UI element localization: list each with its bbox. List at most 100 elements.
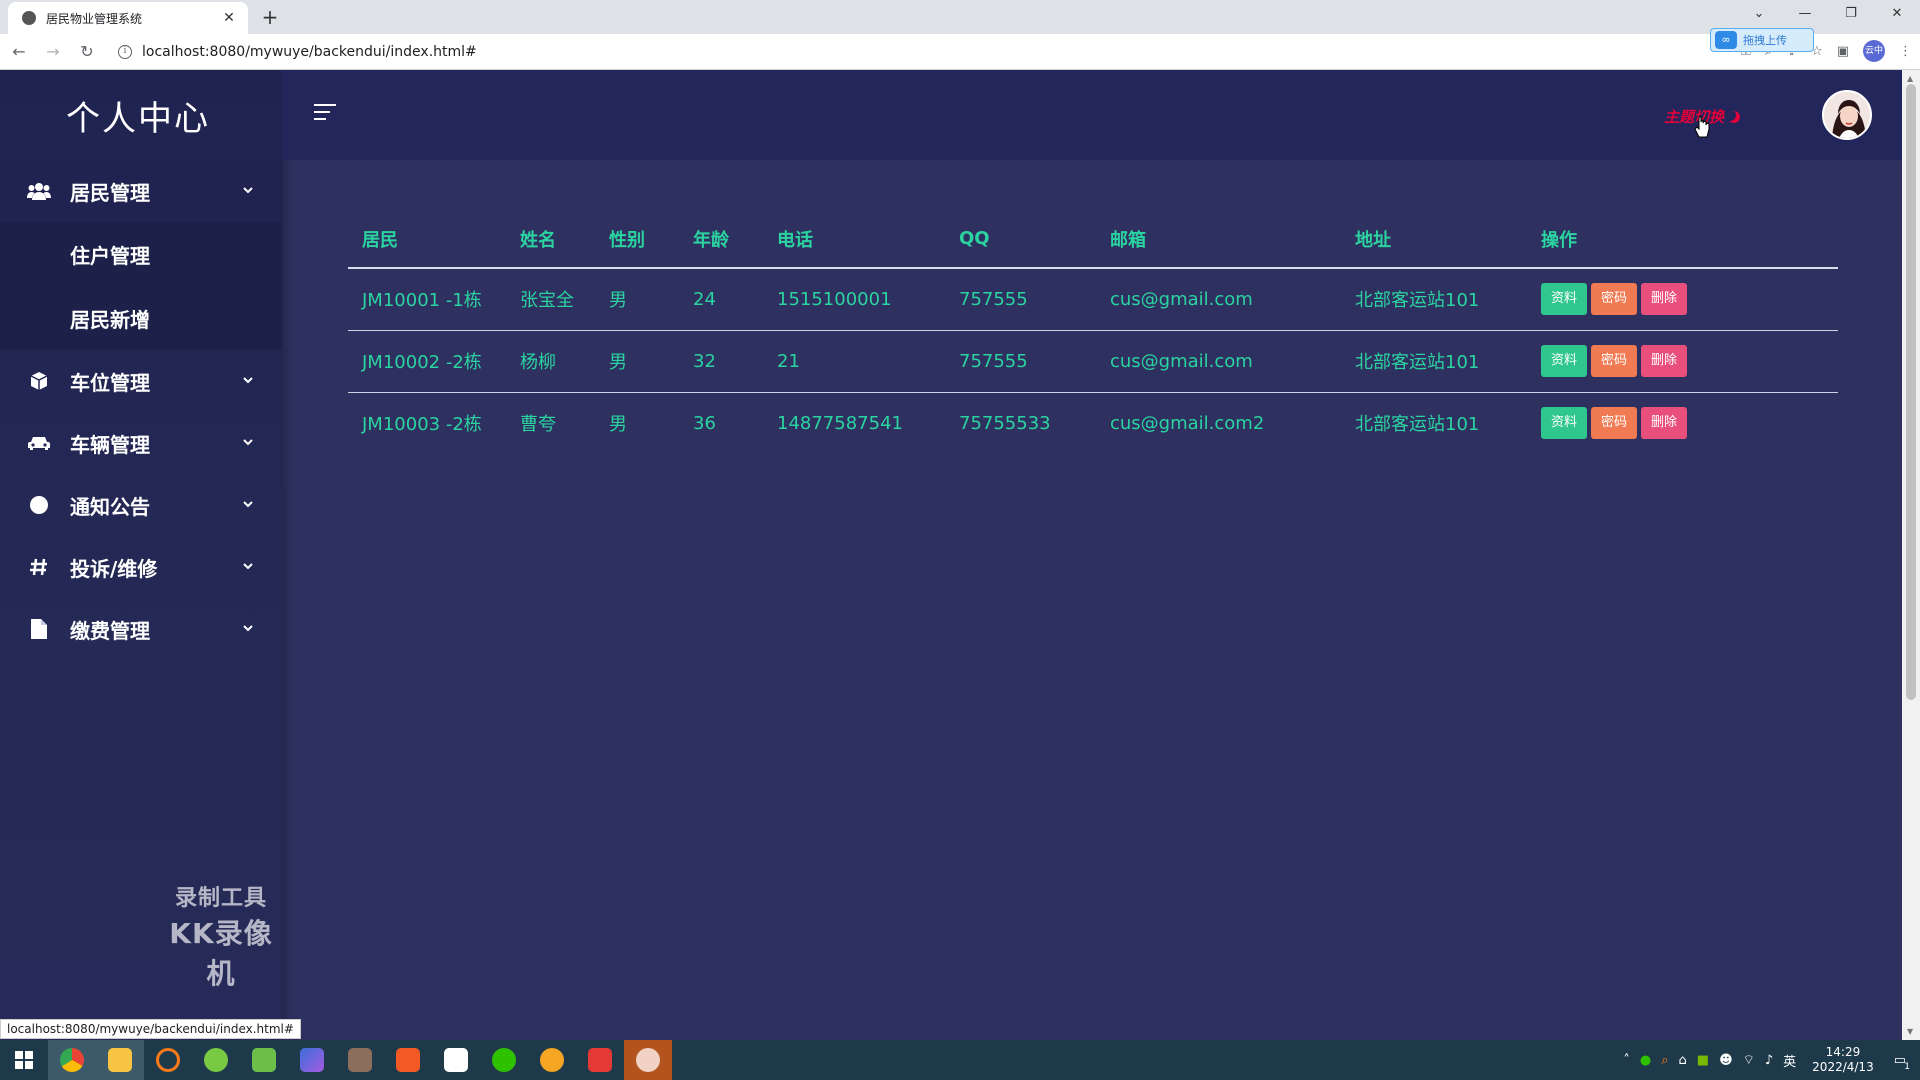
search-tray-icon[interactable]: ⌕ [1661, 1053, 1668, 1068]
cell-actions: 资料 密码 删除 [1527, 392, 1838, 454]
back-icon[interactable]: ← [4, 42, 34, 61]
clock-date: 2022/4/13 [1812, 1060, 1874, 1074]
cell-phone: 21 [763, 330, 945, 393]
restore-button[interactable]: ❐ [1828, 0, 1874, 30]
cell-actions: 资料 密码 删除 [1527, 330, 1838, 393]
cell-resident: JM10003 -2栋 [362, 414, 482, 436]
browser-menu-icon[interactable]: ⋮ [1899, 44, 1912, 59]
view-info-button[interactable]: 资料 [1541, 345, 1588, 377]
wechat-tray-icon[interactable]: ● [1640, 1053, 1651, 1068]
resident-submenu: 住户管理 居民新增 [0, 222, 282, 350]
menu-toggle-icon[interactable] [314, 104, 336, 122]
delete-button[interactable]: 删除 [1641, 407, 1688, 440]
chevron-down-icon [243, 501, 253, 508]
delete-button[interactable]: 删除 [1641, 283, 1688, 316]
sidebar-item-label: 通知公告 [70, 494, 150, 519]
brand-title: 个人中心 [66, 98, 210, 139]
info-icon[interactable]: i [118, 44, 132, 59]
browser-app-taskbar-icon[interactable] [528, 1040, 576, 1080]
wps-taskbar-icon[interactable] [576, 1040, 624, 1080]
cell-address: 北部客运站101 [1355, 414, 1480, 436]
forward-icon[interactable]: → [38, 42, 68, 61]
page-scrollbar[interactable]: ▲ ▼ [1902, 70, 1920, 1040]
nvidia-tray-icon[interactable]: ■ [1697, 1053, 1709, 1068]
close-tab-icon[interactable]: ✕ [220, 10, 238, 26]
cell-gender: 男 [595, 268, 679, 331]
browser-tab[interactable]: 居民物业管理系统 ✕ [8, 2, 248, 34]
clock-time: 14:29 [1825, 1045, 1861, 1059]
reset-password-button[interactable]: 密码 [1591, 283, 1638, 316]
windows-start-icon[interactable] [0, 1040, 48, 1080]
view-info-button[interactable]: 资料 [1541, 407, 1588, 440]
side-panel-icon[interactable]: ▣ [1837, 44, 1849, 59]
reset-password-button[interactable]: 密码 [1591, 407, 1638, 440]
notification-count: 1 [1904, 1061, 1910, 1072]
address-url[interactable]: localhost:8080/mywuye/backendui/index.ht… [142, 44, 477, 60]
browser-toolbar: ← → ↻ i localhost:8080/mywuye/backendui/… [0, 34, 1920, 70]
column-header-email: 邮箱 [1096, 210, 1341, 269]
sidebar-item-resident-management[interactable]: 居民管理 [0, 160, 282, 222]
column-header-phone: 电话 [763, 210, 945, 269]
window-controls: ⌄ — ❐ ✕ [1736, 0, 1920, 30]
watermark-line-1: 录制工具 [174, 886, 267, 911]
sidebar-item-complaints-repairs[interactable]: 投诉/维修 [0, 536, 282, 598]
game-app-taskbar-icon[interactable] [336, 1040, 384, 1080]
notepad-taskbar-icon[interactable] [240, 1040, 288, 1080]
sidebar-item-parking-management[interactable]: 车位管理 [0, 350, 282, 412]
drag-upload-button[interactable]: ∞ 拖拽上传 [1710, 28, 1814, 52]
new-tab-button[interactable]: + [258, 5, 282, 29]
cell-email: cus@gmail.com [1096, 268, 1341, 331]
profile-avatar[interactable]: 云中 [1863, 40, 1885, 62]
resident-table: 居民 姓名 性别 年龄 电话 QQ 邮箱 地址 操作 JM10001 -1栋 张… [348, 210, 1838, 454]
submenu-item-household-management[interactable]: 住户管理 [0, 222, 282, 286]
chrome-taskbar-icon[interactable] [48, 1040, 96, 1080]
file-explorer-taskbar-icon[interactable] [96, 1040, 144, 1080]
mountain-app-taskbar-icon[interactable] [288, 1040, 336, 1080]
player-app-taskbar-icon[interactable] [384, 1040, 432, 1080]
globe-icon [22, 11, 36, 25]
qq-tray-icon[interactable]: ☻ [1719, 1053, 1733, 1068]
scroll-down-icon[interactable]: ▼ [1907, 1027, 1913, 1036]
minimize-button[interactable]: — [1782, 0, 1828, 30]
ime-indicator[interactable]: 英 [1783, 1051, 1796, 1070]
search-app-taskbar-icon[interactable] [144, 1040, 192, 1080]
chevron-down-icon [243, 439, 253, 446]
sidebar-item-vehicle-management[interactable]: 车辆管理 [0, 412, 282, 474]
delete-button[interactable]: 删除 [1641, 345, 1688, 377]
volume-icon[interactable]: ♪ [1765, 1053, 1773, 1068]
recorder-taskbar-icon[interactable] [624, 1040, 672, 1080]
car-icon [26, 432, 52, 454]
close-window-button[interactable]: ✕ [1874, 0, 1920, 30]
tag-tray-icon[interactable]: ⌂ [1679, 1053, 1687, 1068]
cloud-app-taskbar-icon[interactable] [432, 1040, 480, 1080]
sidebar-brand: 个人中心 [0, 70, 282, 160]
submenu-item-add-resident[interactable]: 居民新增 [0, 286, 282, 350]
wechat-taskbar-icon[interactable] [480, 1040, 528, 1080]
cell-name: 张宝全 [506, 268, 595, 331]
user-avatar[interactable] [1822, 90, 1872, 140]
taskbar-clock[interactable]: 14:29 2022/4/13 [1812, 1045, 1874, 1075]
link-status-bar: localhost:8080/mywuye/backendui/index.ht… [0, 1019, 301, 1039]
circle-icon [26, 494, 52, 516]
green-app-taskbar-icon[interactable] [192, 1040, 240, 1080]
cell-gender: 男 [609, 414, 627, 436]
view-info-button[interactable]: 资料 [1541, 283, 1588, 316]
cell-age: 32 [679, 330, 763, 393]
address-bar[interactable]: i localhost:8080/mywuye/backendui/index.… [112, 38, 1672, 66]
system-tray: ˄ ● ⌕ ⌂ ■ ☻ ⌔ ♪ 英 14:29 2022/4/13 ▭ 1 [1623, 1040, 1920, 1080]
sidebar-item-payment-management[interactable]: 缴费管理 [0, 598, 282, 660]
reset-password-button[interactable]: 密码 [1591, 345, 1638, 377]
scroll-up-icon[interactable]: ▲ [1907, 74, 1913, 83]
cell-actions: 资料 密码 删除 [1527, 268, 1838, 331]
reload-icon[interactable]: ↻ [72, 42, 102, 61]
sidebar-item-notices[interactable]: 通知公告 [0, 474, 282, 536]
column-header-gender: 性别 [595, 210, 679, 269]
chevron-up-icon[interactable]: ˄ [1623, 1053, 1630, 1068]
mouse-cursor-icon [1694, 116, 1710, 138]
tab-search-button[interactable]: ⌄ [1736, 0, 1782, 30]
scrollbar-thumb[interactable] [1906, 84, 1916, 700]
notification-icon[interactable]: ▭ 1 [1894, 1053, 1910, 1072]
network-icon[interactable]: ⌔ [1743, 1052, 1755, 1068]
cell-qq: 75755533 [959, 412, 1051, 434]
cell-address: 北部客运站101 [1341, 268, 1527, 331]
